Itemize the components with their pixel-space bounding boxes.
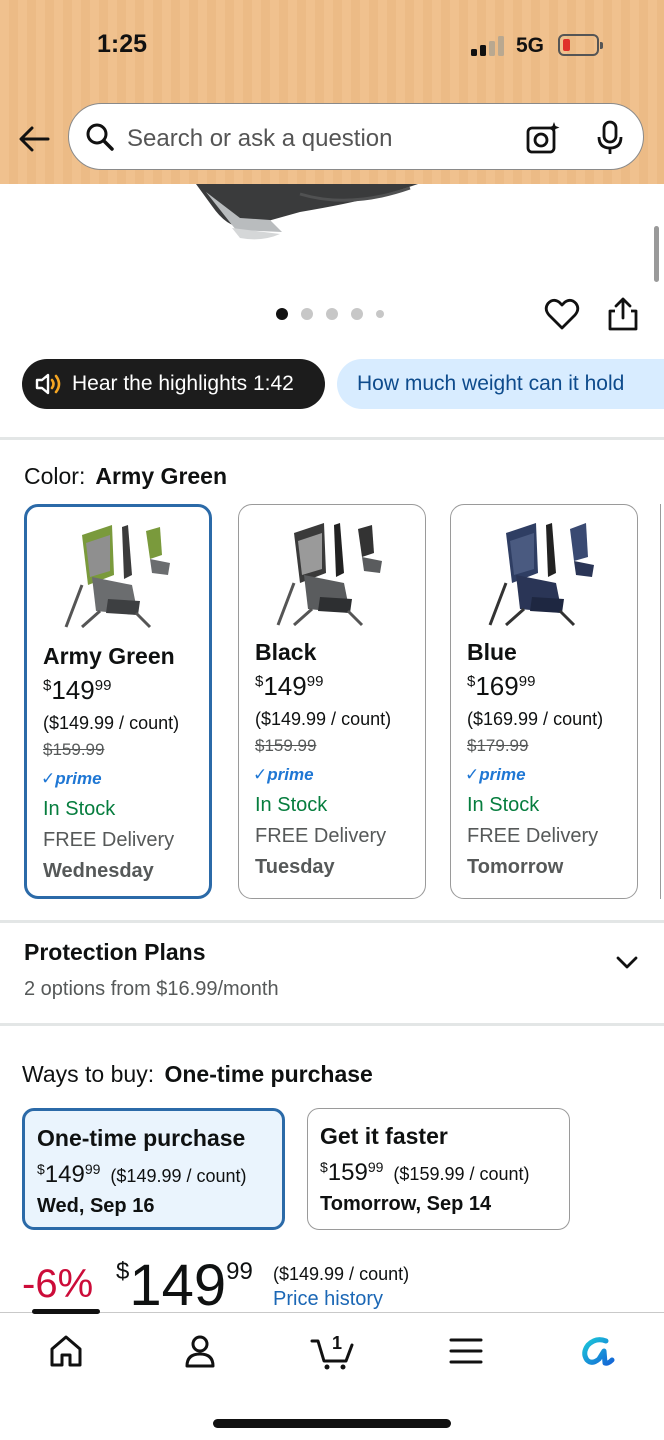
cellular-signal-icon [471, 36, 505, 56]
active-tab-indicator [32, 1309, 100, 1314]
main-unit-price: ($149.99 / count) [273, 1264, 410, 1284]
prime-badge: ✓prime [41, 769, 102, 788]
carousel-dot[interactable] [351, 308, 363, 320]
cart-count: 1 [332, 1333, 342, 1353]
menu-icon[interactable] [446, 1331, 486, 1371]
ask-question-label: How much weight can it hold [357, 372, 625, 395]
main-price: $14999 [116, 1253, 253, 1318]
delivery-label: FREE Delivery [43, 829, 175, 851]
status-time: 1:25 [97, 30, 148, 58]
variant-unit-price: ($149.99 / count) [43, 713, 180, 733]
carousel-dot[interactable] [326, 308, 338, 320]
section-divider [0, 920, 664, 923]
rufus-assistant-icon[interactable] [578, 1331, 618, 1371]
network-type: 5G [516, 34, 545, 57]
share-icon[interactable] [606, 296, 640, 332]
variant-card-army-green[interactable]: Army Green $14999 ($149.99 / count) $159… [24, 504, 212, 899]
variant-name: Blue [467, 639, 517, 665]
microphone-icon[interactable] [595, 120, 625, 156]
one-time-purchase-option[interactable]: One-time purchase $14999 ($149.99 / count… [22, 1108, 285, 1230]
hear-highlights-label: Hear the highlights 1:42 [72, 372, 294, 395]
stock-status: In Stock [43, 798, 116, 820]
search-input[interactable]: Search or ask a question [127, 125, 393, 153]
variant-price: $16999 [467, 671, 536, 701]
option-delivery-date: Tomorrow, Sep 14 [320, 1193, 492, 1215]
home-indicator[interactable] [213, 1419, 451, 1428]
option-title: Get it faster [320, 1123, 448, 1149]
variant-list-price: $159.99 [255, 736, 317, 755]
variant-unit-price: ($149.99 / count) [255, 709, 392, 729]
option-price: $14999 ($149.99 / count) [37, 1161, 247, 1188]
cart-icon[interactable]: 1 [310, 1331, 356, 1371]
carousel-dot-active[interactable] [276, 308, 288, 320]
variant-price: $14999 [255, 671, 324, 701]
camera-search-icon[interactable] [525, 120, 561, 156]
variant-unit-price: ($169.99 / count) [467, 709, 604, 729]
variant-list-price: $179.99 [467, 736, 529, 755]
option-price: $15999 ($159.99 / count) [320, 1159, 530, 1186]
heart-icon[interactable] [544, 296, 580, 332]
ways-to-buy-label: Ways to buy: [22, 1061, 155, 1087]
bottom-tab-bar: 1 [0, 1309, 664, 1440]
variant-card-black[interactable]: Black $14999 ($149.99 / count) $159.99 ✓… [238, 504, 426, 899]
color-label: Color: [24, 463, 86, 489]
stock-status: In Stock [467, 794, 540, 816]
color-label-row: Color: Army Green [24, 463, 227, 490]
delivery-day: Wednesday [43, 860, 154, 882]
search-bar[interactable]: Search or ask a question [68, 103, 644, 170]
variant-name: Army Green [43, 643, 175, 669]
delivery-day: Tomorrow [467, 856, 564, 878]
delivery-label: FREE Delivery [255, 825, 387, 847]
variant-card-blue[interactable]: Blue $16999 ($169.99 / count) $179.99 ✓p… [450, 504, 638, 899]
chevron-down-icon[interactable] [614, 952, 640, 972]
delivery-label: FREE Delivery [467, 825, 599, 847]
protection-plans-subtitle: 2 options from $16.99/month [24, 978, 279, 1000]
carousel-dot[interactable] [376, 310, 384, 318]
ask-question-chip[interactable]: How much weight can it hold [337, 359, 664, 409]
get-it-faster-option[interactable]: Get it faster $15999 ($159.99 / count) To… [307, 1108, 570, 1230]
account-icon[interactable] [180, 1331, 220, 1371]
speaker-icon [35, 373, 61, 395]
battery-icon [558, 34, 603, 56]
option-title: One-time purchase [37, 1125, 246, 1151]
page-scrollbar[interactable] [654, 226, 659, 282]
price-history-link[interactable]: Price history [273, 1288, 383, 1311]
product-image[interactable] [0, 184, 664, 284]
option-delivery-date: Wed, Sep 16 [37, 1195, 155, 1217]
ways-to-buy-selected: One-time purchase [164, 1061, 373, 1087]
delivery-day: Tuesday [255, 856, 335, 878]
variant-price: $14999 [43, 675, 112, 705]
section-divider [0, 1023, 664, 1026]
variant-image [276, 523, 382, 627]
variant-name: Black [255, 639, 317, 665]
protection-plans-title: Protection Plans [24, 939, 206, 965]
selected-color: Army Green [95, 463, 228, 489]
section-divider [0, 437, 664, 440]
home-icon[interactable] [46, 1331, 86, 1371]
prime-badge: ✓prime [253, 765, 314, 784]
variant-image [488, 523, 594, 627]
ways-to-buy-label-row: Ways to buy: One-time purchase [22, 1061, 373, 1088]
prime-badge: ✓prime [465, 765, 526, 784]
header-bar: 1:25 5G Search or ask a question [0, 0, 664, 184]
search-icon [86, 123, 114, 151]
discount-percent: -6% [22, 1262, 94, 1306]
carousel-dot[interactable] [301, 308, 313, 320]
variant-image [64, 525, 170, 629]
variant-list-price: $159.99 [43, 740, 105, 759]
variant-card-partial[interactable] [660, 504, 664, 899]
back-arrow-icon[interactable] [18, 122, 52, 156]
hear-highlights-button[interactable]: Hear the highlights 1:42 [22, 359, 325, 409]
stock-status: In Stock [255, 794, 328, 816]
